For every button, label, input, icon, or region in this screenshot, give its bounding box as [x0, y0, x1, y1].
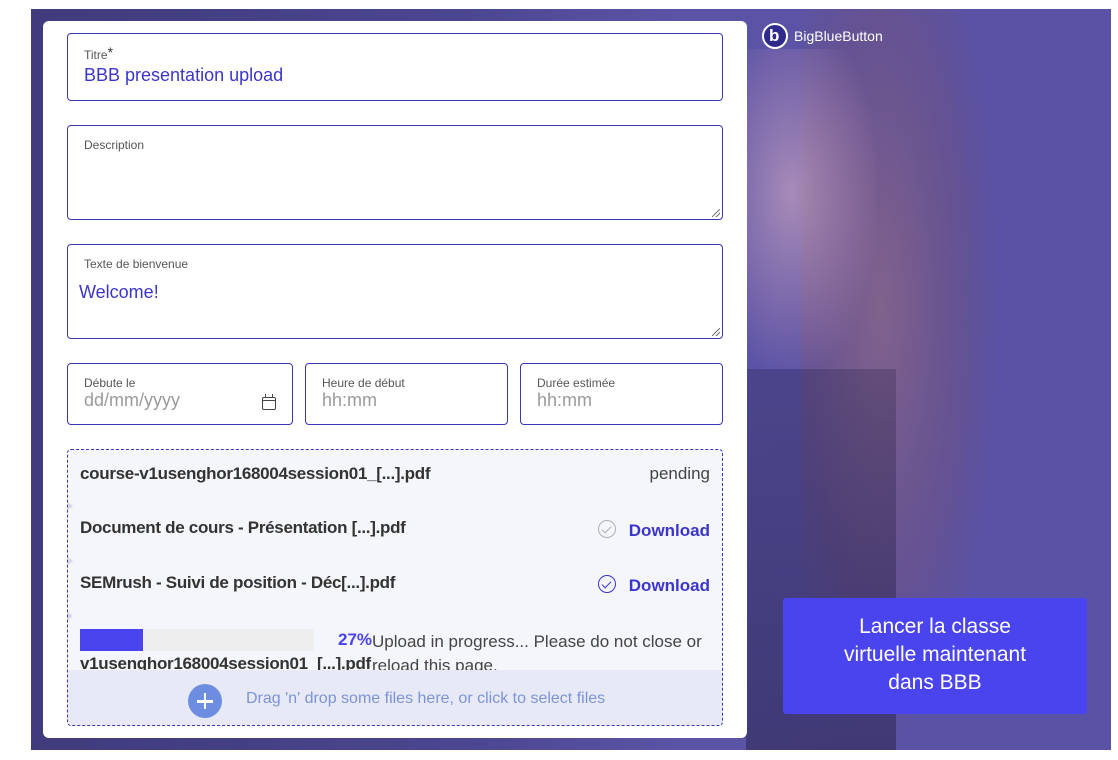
description-label: Description: [84, 138, 145, 152]
check-circle-icon: [598, 575, 616, 593]
file-row: Document de cours - Présentation [...].p…: [68, 504, 722, 558]
title-field[interactable]: Titre* BBB presentation upload: [67, 33, 723, 101]
start-date-field[interactable]: Débute le dd/mm/yyyy: [67, 363, 293, 425]
check-circle-icon: [598, 520, 616, 538]
file-status: pending: [649, 464, 710, 483]
launch-class-button[interactable]: Lancer la classe virtuelle maintenant da…: [783, 598, 1087, 714]
plus-circle-icon[interactable]: [188, 684, 222, 718]
file-name: course-v1usenghor168004session01_[...].p…: [80, 464, 431, 483]
welcome-text-field[interactable]: Texte de bienvenue Welcome!: [67, 244, 723, 339]
upload-progress-fill: [80, 629, 144, 651]
row-marker-icon: [68, 612, 73, 620]
file-name: SEMrush - Suivi de position - Déc[...].p…: [80, 573, 396, 592]
start-time-label: Heure de début: [322, 376, 405, 390]
launch-button-line: dans BBB: [888, 671, 982, 694]
calendar-icon[interactable]: [262, 394, 276, 410]
drop-instructions[interactable]: Drag 'n' drop some files here, or click …: [246, 690, 605, 708]
title-label: Titre: [84, 48, 108, 62]
download-link[interactable]: Download: [629, 521, 710, 541]
file-name: Document de cours - Présentation [...].p…: [80, 518, 406, 537]
welcome-text-label: Texte de bienvenue: [84, 257, 189, 271]
file-dropzone[interactable]: course-v1usenghor168004session01_[...].p…: [67, 449, 723, 726]
duration-input[interactable]: hh:mm: [537, 390, 592, 411]
upload-progress-bar: [80, 629, 314, 651]
duration-label: Durée estimée: [537, 376, 616, 390]
resize-handle-icon[interactable]: [712, 209, 720, 217]
description-field[interactable]: Description: [67, 125, 723, 220]
resize-handle-icon[interactable]: [712, 328, 720, 336]
launch-button-line: Lancer la classe: [859, 615, 1011, 638]
start-time-field[interactable]: Heure de début hh:mm: [305, 363, 508, 425]
file-row: course-v1usenghor168004session01_[...].p…: [68, 450, 722, 504]
bigbluebutton-logo-icon: b: [762, 23, 788, 49]
form-card: Titre* BBB presentation upload Descripti…: [43, 21, 747, 738]
file-row: SEMrush - Suivi de position - Déc[...].p…: [68, 559, 722, 613]
required-asterisk: *: [107, 44, 114, 60]
drop-area[interactable]: Drag 'n' drop some files here, or click …: [68, 670, 722, 725]
title-input[interactable]: BBB presentation upload: [84, 65, 283, 86]
upload-percent: 27%: [338, 630, 373, 649]
start-date-label: Débute le: [84, 376, 136, 390]
duration-field[interactable]: Durée estimée hh:mm: [520, 363, 723, 425]
start-date-input[interactable]: dd/mm/yyyy: [84, 390, 180, 411]
brand-name: BigBlueButton: [794, 28, 883, 44]
hero-photo-face: [746, 49, 876, 369]
launch-button-line: virtuelle maintenant: [843, 643, 1027, 666]
welcome-text-input[interactable]: Welcome!: [79, 282, 159, 303]
download-link[interactable]: Download: [629, 576, 710, 596]
start-time-input[interactable]: hh:mm: [322, 390, 377, 411]
